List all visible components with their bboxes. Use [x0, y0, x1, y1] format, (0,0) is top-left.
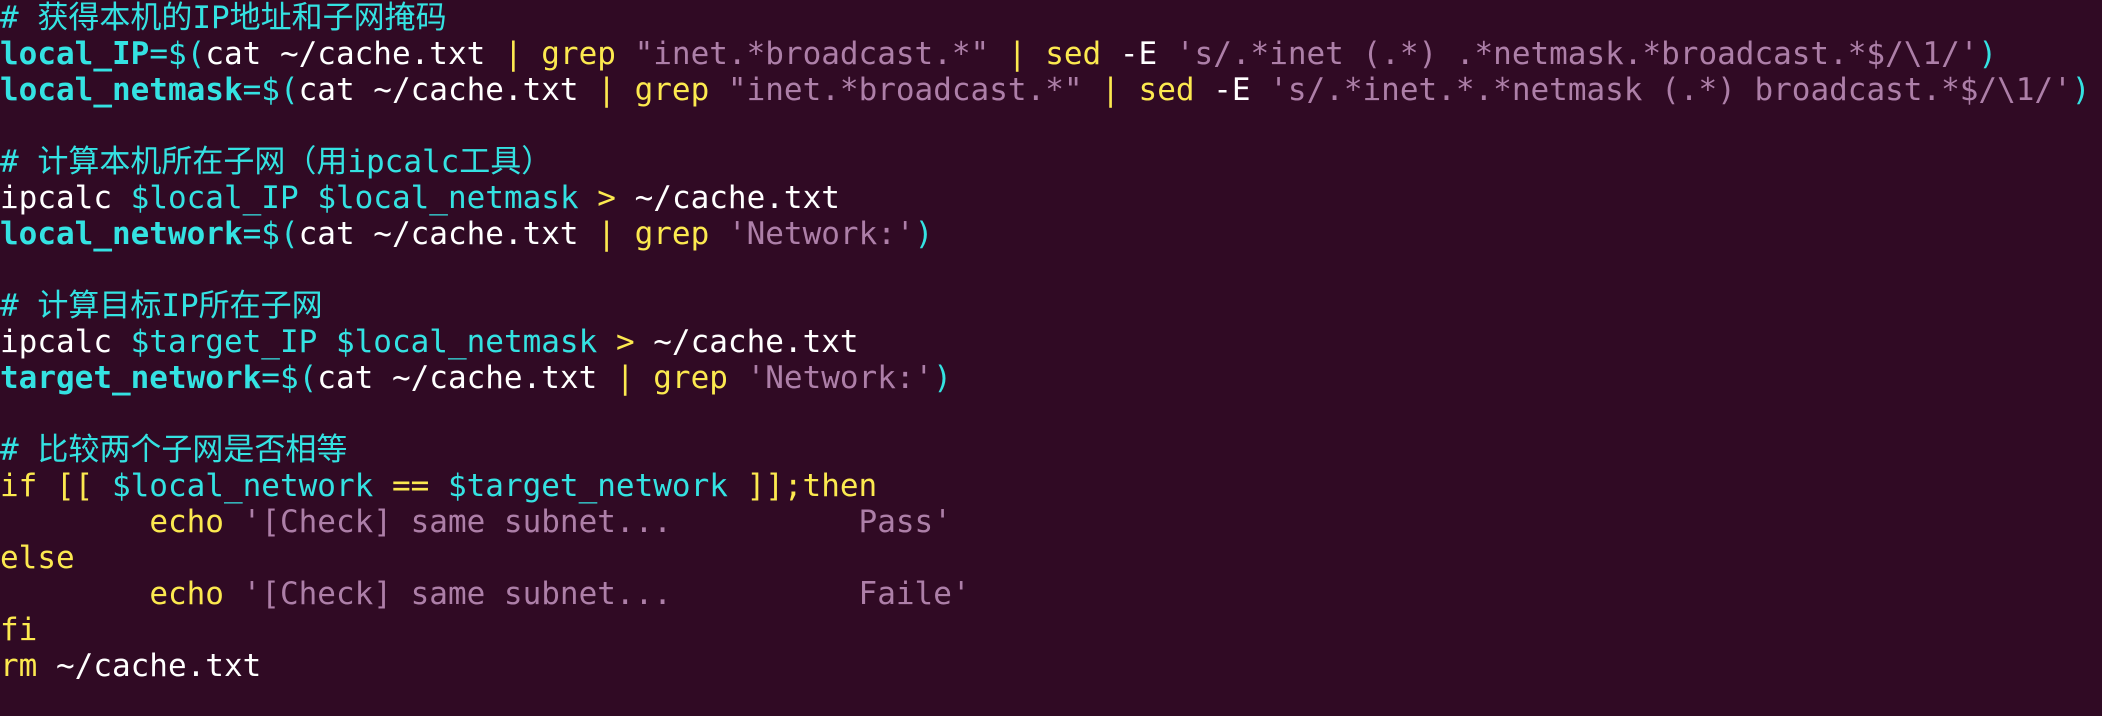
- code-line-9: # 计算目标IP所在子网: [0, 288, 2102, 324]
- close-paren: ): [1978, 36, 1998, 72]
- sed-flag: -E: [1213, 72, 1270, 108]
- open-paren: (: [298, 360, 318, 396]
- grep-pattern: "inet.*broadcast.*": [727, 72, 1083, 108]
- code-line-18: fi: [0, 612, 2102, 648]
- sed-flag: -E: [1119, 36, 1176, 72]
- assign-op: =$: [242, 216, 280, 252]
- ipcalc-command: ipcalc: [0, 324, 131, 360]
- pipe-operator: |: [503, 36, 523, 72]
- redirect-operator: >: [615, 324, 635, 360]
- var-ref-local-netmask: $local_netmask: [317, 180, 579, 216]
- var-ref-target-ip: $target_IP: [130, 324, 318, 360]
- grep-pattern: 'Network:': [746, 360, 934, 396]
- grep-pattern: 'Network:': [727, 216, 915, 252]
- close-paren: ): [2071, 72, 2091, 108]
- sed-expression: 's/.*inet (.*) .*netmask.*broadcast.*$/\…: [1175, 36, 1979, 72]
- code-line-13: # 比较两个子网是否相等: [0, 432, 2102, 468]
- code-line-2: local_IP=$(cat ~/cache.txt | grep "inet.…: [0, 36, 2102, 72]
- redirect-target: ~/cache.txt: [634, 324, 859, 360]
- comment-calc-local-subnet: # 计算本机所在子网（用ipcalc工具）: [0, 144, 553, 180]
- code-line-10: ipcalc $target_IP $local_netmask > ~/cac…: [0, 324, 2102, 360]
- grep-command: grep: [615, 216, 728, 252]
- then-keyword: ]];then: [727, 468, 878, 504]
- code-line-5: # 计算本机所在子网（用ipcalc工具）: [0, 144, 2102, 180]
- comment-get-ip: # 获得本机的IP地址和子网掩码: [0, 0, 447, 36]
- fi-keyword: fi: [0, 612, 38, 648]
- close-paren: ): [914, 216, 934, 252]
- echo-command: echo: [149, 504, 224, 540]
- code-line-3: local_netmask=$(cat ~/cache.txt | grep "…: [0, 72, 2102, 108]
- code-line-14: if [[ $local_network == $target_network …: [0, 468, 2102, 504]
- cat-command: cat ~/cache.txt: [317, 360, 616, 396]
- cat-command: cat ~/cache.txt: [298, 72, 598, 108]
- rm-command: rm: [0, 648, 38, 684]
- code-line-7: local_network=$(cat ~/cache.txt | grep '…: [0, 216, 2102, 252]
- open-paren: (: [279, 72, 299, 108]
- open-paren: (: [186, 36, 206, 72]
- grep-pattern: "inet.*broadcast.*": [634, 36, 990, 72]
- ipcalc-command: ipcalc: [0, 180, 131, 216]
- redirect-operator: >: [597, 180, 616, 216]
- var-ref-target-network: $target_network: [447, 468, 728, 504]
- assign-op: =$: [261, 360, 299, 396]
- assign-op: =$: [242, 72, 280, 108]
- var-local-ip: local_IP: [0, 36, 150, 72]
- var-local-network: local_network: [0, 216, 243, 252]
- close-paren: ): [933, 360, 952, 396]
- pipe-operator: |: [597, 216, 616, 252]
- cat-command: cat ~/cache.txt: [298, 216, 598, 252]
- pipe-operator: |: [597, 72, 616, 108]
- grep-command: grep: [634, 360, 747, 396]
- grep-command: grep: [522, 36, 635, 72]
- redirect-target: ~/cache.txt: [615, 180, 840, 216]
- sed-expression: 's/.*inet.*.*netmask (.*) broadcast.*$/\…: [1269, 72, 2072, 108]
- else-keyword: else: [0, 540, 75, 576]
- code-line-17: echo '[Check] same subnet... Faile': [0, 576, 2102, 612]
- open-paren: (: [279, 216, 299, 252]
- cat-command: cat ~/cache.txt: [205, 36, 504, 72]
- assign-op: =$: [149, 36, 187, 72]
- if-keyword: if [[: [0, 468, 112, 504]
- grep-command: grep: [615, 72, 728, 108]
- code-line-19: rm ~/cache.txt: [0, 648, 2102, 684]
- code-line-16: else: [0, 540, 2102, 576]
- rm-target: ~/cache.txt: [37, 648, 262, 684]
- code-line-11: target_network=$(cat ~/cache.txt | grep …: [0, 360, 2102, 396]
- var-ref-local-netmask: $local_netmask: [335, 324, 598, 360]
- var-local-netmask: local_netmask: [0, 72, 243, 108]
- terminal-window[interactable]: # 获得本机的IP地址和子网掩码 local_IP=$(cat ~/cache.…: [0, 0, 2102, 716]
- echo-pass-string: '[Check] same subnet... Pass': [242, 504, 952, 540]
- echo-fail-string: '[Check] same subnet... Faile': [242, 576, 971, 612]
- sed-command: sed: [1026, 36, 1120, 72]
- sed-command: sed: [1119, 72, 1214, 108]
- pipe-operator: |: [1101, 72, 1120, 108]
- comment-calc-target-subnet: # 计算目标IP所在子网: [0, 288, 323, 324]
- var-ref-local-ip: $local_IP: [130, 180, 299, 216]
- var-target-network: target_network: [0, 360, 262, 396]
- code-line-6: ipcalc $local_IP $local_netmask > ~/cach…: [0, 180, 2102, 216]
- pipe-operator: |: [1007, 36, 1027, 72]
- pipe-operator: |: [615, 360, 635, 396]
- code-line-1: # 获得本机的IP地址和子网掩码: [0, 0, 2102, 36]
- comment-compare-subnets: # 比较两个子网是否相等: [0, 432, 348, 468]
- echo-command: echo: [149, 576, 224, 612]
- var-ref-local-network: $local_network: [111, 468, 374, 504]
- code-line-15: echo '[Check] same subnet... Pass': [0, 504, 2102, 540]
- equality-operator: ==: [373, 468, 448, 504]
